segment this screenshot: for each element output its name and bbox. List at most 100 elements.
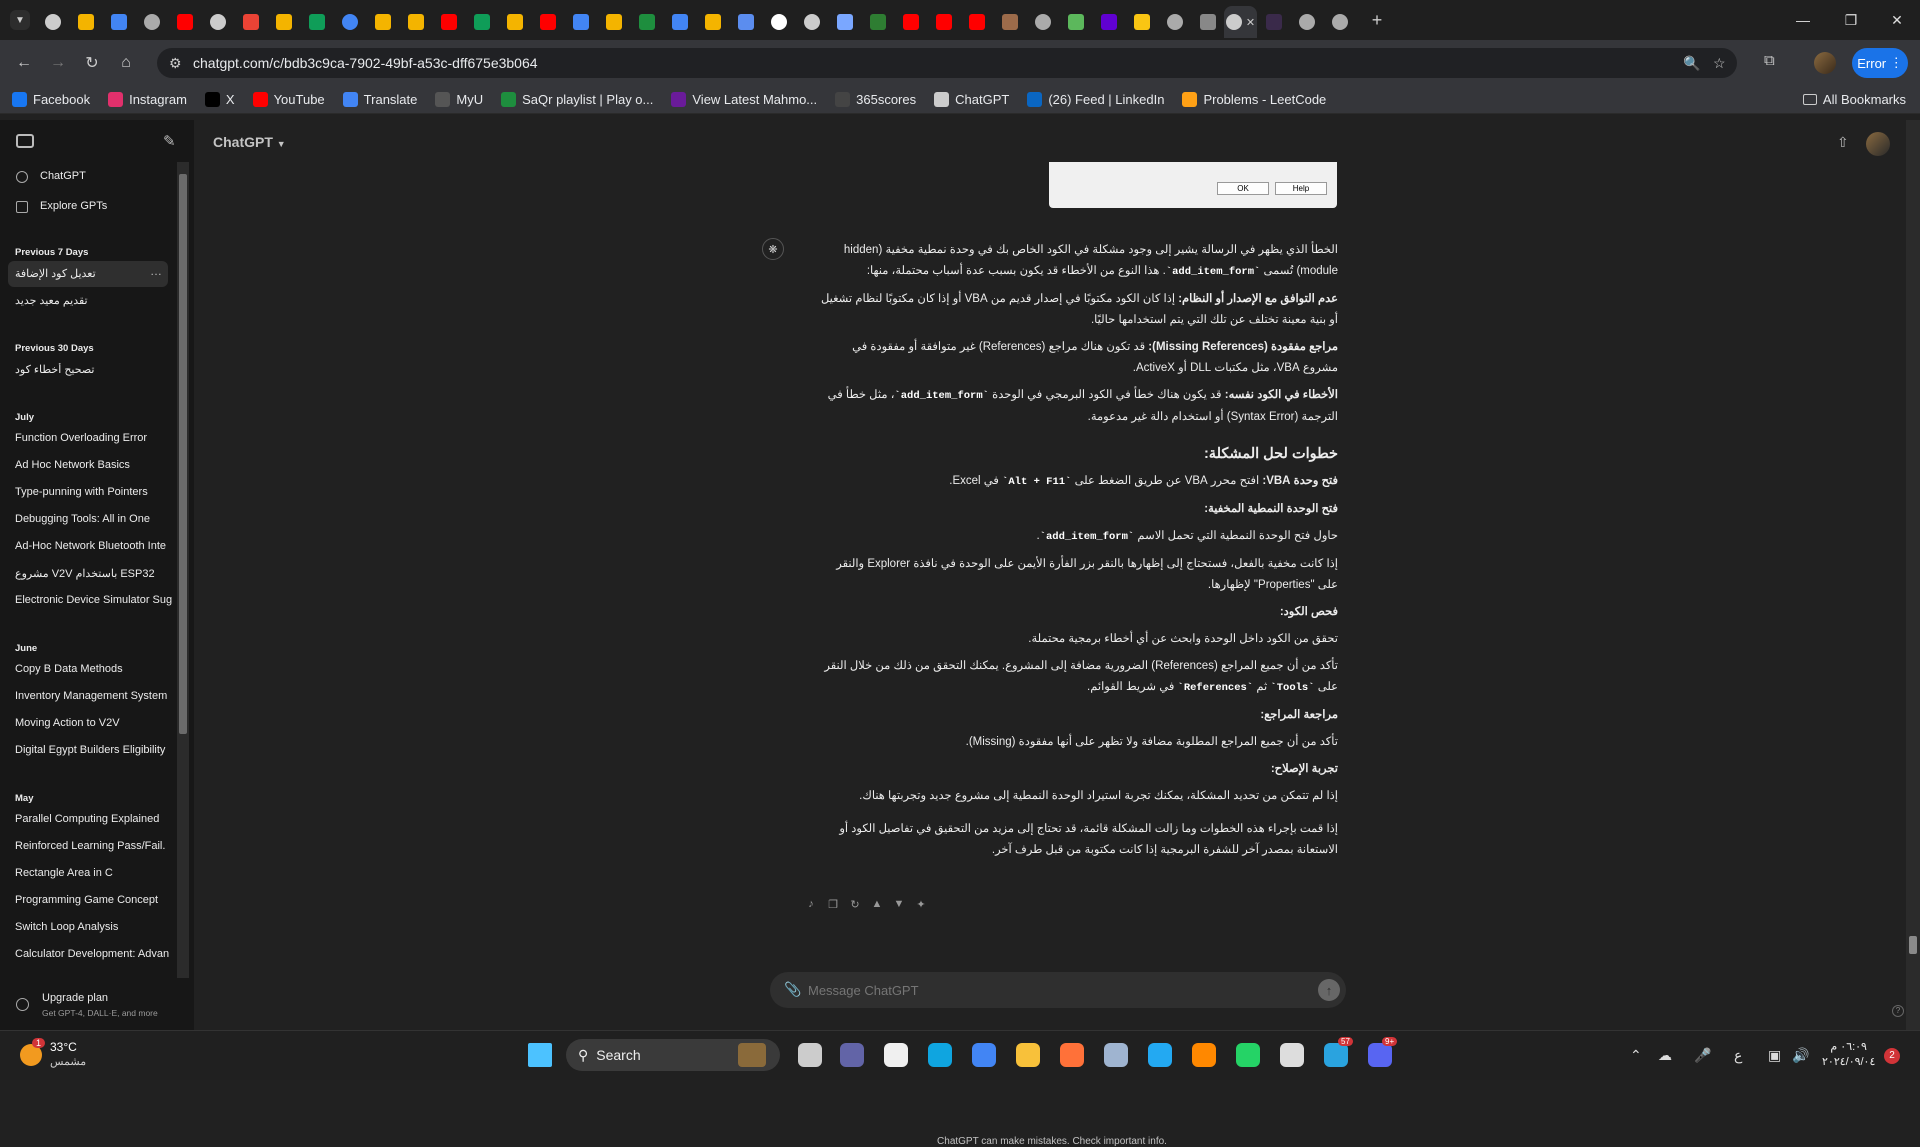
model-switch-icon[interactable]: ✦ — [914, 898, 928, 912]
browser-tab[interactable] — [828, 6, 861, 38]
clock[interactable]: ٠٦:٠٩ م ٢٠٢٤/٠٩/٠٤ — [1822, 1040, 1875, 1070]
chat-history-item[interactable]: Ad-Hoc Network Bluetooth Inte — [15, 540, 175, 552]
chat-history-item[interactable]: Debugging Tools: All in One — [15, 513, 175, 525]
bookmark-item[interactable]: Instagram — [108, 92, 187, 107]
teams-icon[interactable] — [840, 1043, 864, 1067]
taskbar-search[interactable]: ⚲ Search — [566, 1039, 780, 1071]
main-scrollbar[interactable] — [1906, 120, 1920, 1030]
vlc-icon[interactable] — [1192, 1043, 1216, 1067]
browser-tab[interactable] — [399, 6, 432, 38]
chat-history-item[interactable]: Reinforced Learning Pass/Fail. — [15, 840, 175, 852]
main-scroll-thumb[interactable] — [1909, 936, 1917, 954]
bookmark-item[interactable]: MyU — [435, 92, 483, 107]
chat-history-item[interactable]: Programming Game Concept — [15, 894, 175, 906]
microphone-icon[interactable]: 🎤 — [1694, 1047, 1711, 1064]
chat-history-item[interactable]: Copy B Data Methods — [15, 663, 175, 675]
back-button[interactable]: ← — [8, 47, 40, 79]
sidebar-scrollbar[interactable] — [177, 162, 189, 978]
bookmark-item[interactable]: View Latest Mahmo... — [671, 92, 817, 107]
bookmark-item[interactable]: Problems - LeetCode — [1182, 92, 1326, 107]
chat-history-item[interactable]: Type-punning with Pointers — [15, 486, 175, 498]
bookmark-star-icon[interactable]: ☆ — [1713, 55, 1726, 72]
browser-tab[interactable] — [300, 6, 333, 38]
browser-tab[interactable] — [69, 6, 102, 38]
home-button[interactable]: ⌂ — [110, 47, 142, 79]
browser-tab[interactable] — [795, 6, 828, 38]
browser-tab[interactable] — [1059, 6, 1092, 38]
bookmark-item[interactable]: SaQr playlist | Play o... — [501, 92, 653, 107]
regenerate-icon[interactable]: ↻ — [848, 898, 862, 912]
browser-tab[interactable] — [168, 6, 201, 38]
chevron-up-icon[interactable]: ⌃ — [1630, 1047, 1642, 1064]
browser-tab[interactable] — [498, 6, 531, 38]
chat-history-item[interactable]: تقديم معيد جديد — [15, 294, 175, 307]
bookmark-item[interactable]: Translate — [342, 92, 417, 107]
browser-tab[interactable] — [135, 6, 168, 38]
browser-tab[interactable] — [234, 6, 267, 38]
browser-tab[interactable] — [102, 6, 135, 38]
profile-error-button[interactable]: Error ⋮ — [1852, 48, 1908, 78]
chat-history-item[interactable]: Parallel Computing Explained — [15, 813, 175, 825]
browser-tab[interactable] — [201, 6, 234, 38]
edge-icon[interactable] — [928, 1043, 952, 1067]
browser-tab[interactable]: ✕ — [1224, 6, 1257, 38]
language-indicator[interactable]: ع — [1734, 1047, 1742, 1064]
browser-tab[interactable] — [630, 6, 663, 38]
chat-history-item[interactable]: مشروع V2V باستخدام ESP32 — [15, 567, 175, 580]
bookmark-item[interactable]: ChatGPT — [934, 92, 1009, 107]
sidebar-nav-item[interactable]: Explore GPTs — [40, 200, 200, 212]
store-icon[interactable] — [884, 1043, 908, 1067]
weather-widget[interactable]: 1 33°C مشمس — [20, 1038, 86, 1070]
chat-history-item[interactable]: تصحيح أخطاء كود — [15, 363, 175, 376]
close-window-button[interactable]: ✕ — [1874, 0, 1920, 40]
upgrade-plan-button[interactable]: Upgrade plan Get GPT-4, DALL·E, and more — [12, 990, 172, 1026]
onedrive-icon[interactable]: ☁ — [1658, 1047, 1672, 1064]
tab-search-button[interactable]: ▼ — [10, 10, 30, 30]
browser-tab[interactable] — [1158, 6, 1191, 38]
windows-icon[interactable] — [528, 1043, 552, 1067]
bookmark-item[interactable]: 365scores — [835, 92, 916, 107]
read-aloud-icon[interactable]: ♪ — [804, 898, 818, 912]
browser-tab[interactable] — [762, 6, 795, 38]
browser-tab[interactable] — [333, 6, 366, 38]
model-selector[interactable]: ChatGPT ▼ — [213, 134, 286, 150]
browser-tab[interactable] — [927, 6, 960, 38]
new-tab-button[interactable]: + — [1362, 10, 1392, 31]
chat-history-item[interactable]: Electronic Device Simulator Sug — [15, 594, 175, 606]
browser-tab[interactable] — [1026, 6, 1059, 38]
chat-history-item[interactable]: Inventory Management System — [15, 690, 175, 702]
browser-tab[interactable] — [597, 6, 630, 38]
explorer-icon[interactable] — [1016, 1043, 1040, 1067]
bookmark-item[interactable]: X — [204, 92, 235, 107]
new-chat-icon[interactable]: ✎ — [163, 132, 176, 150]
chat-history-item[interactable]: Rectangle Area in C — [15, 867, 175, 879]
restore-button[interactable]: ❐ — [1828, 0, 1874, 40]
sidebar-scroll-thumb[interactable] — [179, 174, 187, 734]
chrome-icon[interactable] — [972, 1043, 996, 1067]
browser-tab[interactable] — [1257, 6, 1290, 38]
browser-tab[interactable] — [894, 6, 927, 38]
settings-icon[interactable] — [1104, 1043, 1128, 1067]
close-tab-icon[interactable]: ✕ — [1246, 16, 1255, 29]
browser-tab[interactable] — [267, 6, 300, 38]
chat-history-item[interactable]: تعديل كود الإضافة — [15, 267, 175, 280]
profile-avatar[interactable] — [1814, 52, 1836, 74]
browser-tab[interactable] — [465, 6, 498, 38]
bookmark-item[interactable]: YouTube — [252, 92, 325, 107]
thumbs-up-icon[interactable]: ▲ — [870, 898, 884, 912]
share-icon[interactable]: ⇧ — [1837, 134, 1849, 151]
browser-tab[interactable] — [960, 6, 993, 38]
toggle-sidebar-icon[interactable] — [16, 134, 34, 148]
browser-tab[interactable] — [1191, 6, 1224, 38]
chat-history-item[interactable]: Function Overloading Error — [15, 432, 175, 444]
volume-icon[interactable]: 🔊 — [1792, 1047, 1809, 1064]
browser-tab[interactable] — [1125, 6, 1158, 38]
all-bookmarks-button[interactable]: All Bookmarks — [1802, 92, 1906, 107]
minimize-button[interactable]: — — [1780, 0, 1826, 40]
sidebar-nav-item[interactable]: ChatGPT — [40, 170, 200, 182]
help-icon[interactable]: ? — [1892, 1005, 1904, 1017]
network-icon[interactable]: ▣ — [1768, 1047, 1781, 1064]
bookmark-item[interactable]: (26) Feed | LinkedIn — [1027, 92, 1164, 107]
chat-history-item[interactable]: Moving Action to V2V — [15, 717, 175, 729]
site-info-icon[interactable]: ⚙ — [169, 55, 182, 72]
